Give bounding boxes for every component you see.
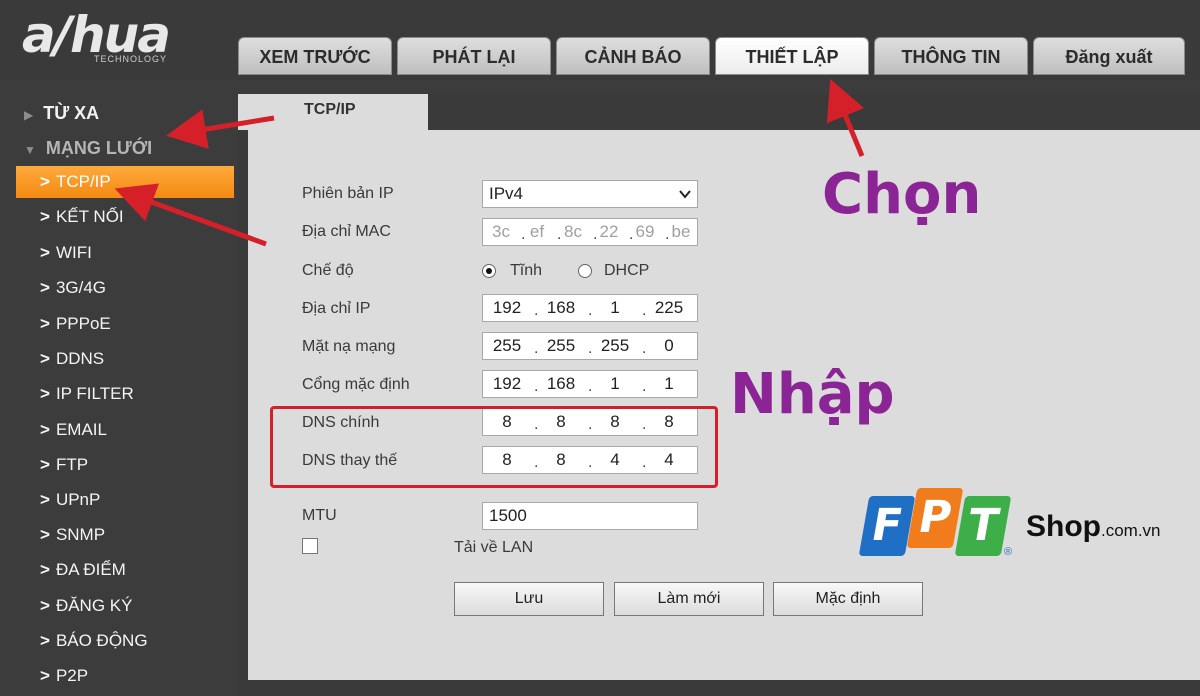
- annotation-arrows: [114, 78, 865, 247]
- fpt-letter-f: F: [858, 496, 916, 556]
- fpt-letter-p: P: [906, 488, 964, 548]
- annotation-nhap: Nhập: [730, 362, 895, 427]
- fpt-shop-watermark: F P T ® Shop.com.vn: [858, 488, 1190, 568]
- fpt-letter-t: T: [954, 496, 1012, 556]
- shop-domain: .com.vn: [1101, 521, 1161, 540]
- arrow-to-thiet-lap: [826, 78, 865, 157]
- annotation-chon: Chọn: [822, 162, 982, 227]
- shop-word: Shop: [1026, 510, 1101, 543]
- arrow-to-mang-luoi: [166, 109, 275, 149]
- arrow-to-tcp-ip: [114, 183, 267, 247]
- registered-mark: ®: [1004, 546, 1013, 558]
- fpt-shop-text: Shop.com.vn: [1026, 510, 1161, 544]
